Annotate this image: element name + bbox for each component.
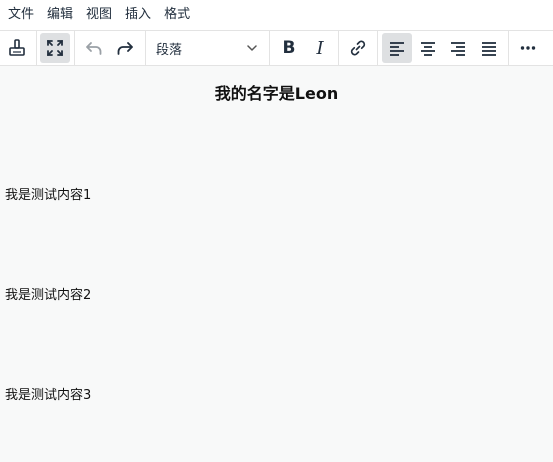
menubar: 文件 编辑 视图 插入 格式 [0,0,553,30]
fullscreen-button[interactable] [40,33,70,63]
paragraph: 我是测试内容3 [5,388,92,403]
redo-button[interactable] [110,33,140,63]
bold-icon: B [282,38,296,58]
format-painter-icon [9,39,25,56]
menu-view[interactable]: 视图 [81,0,120,30]
toolbar-separator [36,31,37,65]
more-button[interactable] [513,33,543,63]
align-left-button[interactable] [382,33,412,63]
menu-insert[interactable]: 插入 [120,0,159,30]
more-icon [520,46,536,50]
format-painter-button[interactable] [2,33,32,63]
editor-content[interactable]: 我的名字是Leon 我是测试内容1 我是测试内容2 我是测试内容3 [0,66,553,462]
align-center-icon [421,42,435,56]
italic-icon: I [316,37,324,59]
undo-button[interactable] [79,33,109,63]
align-right-icon [451,42,465,56]
toolbar-separator [145,31,146,65]
italic-button[interactable]: I [305,33,335,63]
bold-button[interactable]: B [274,33,304,63]
block-format-value: 段落 [156,42,183,58]
toolbar-separator [377,31,378,65]
document-title: 我的名字是Leon [214,84,339,103]
toolbar-separator [269,31,270,65]
toolbar: 段落 B I [0,30,553,66]
undo-icon [86,42,102,55]
align-center-button[interactable] [413,33,443,63]
align-left-icon [390,42,404,56]
link-button[interactable] [343,33,373,63]
block-format-select[interactable]: 段落 [148,33,266,63]
align-justify-icon [482,42,496,56]
fullscreen-icon [47,40,63,56]
menu-format[interactable]: 格式 [159,0,198,30]
align-right-button[interactable] [443,33,473,63]
align-justify-button[interactable] [474,33,504,63]
link-icon [350,40,366,56]
toolbar-separator [508,31,509,65]
menu-file[interactable]: 文件 [8,0,42,30]
toolbar-separator [74,31,75,65]
menu-edit[interactable]: 编辑 [42,0,81,30]
paragraph: 我是测试内容2 [5,288,92,303]
toolbar-separator [338,31,339,65]
paragraph: 我是测试内容1 [5,188,92,203]
redo-icon [117,42,133,55]
chevron-down-icon [247,45,257,51]
